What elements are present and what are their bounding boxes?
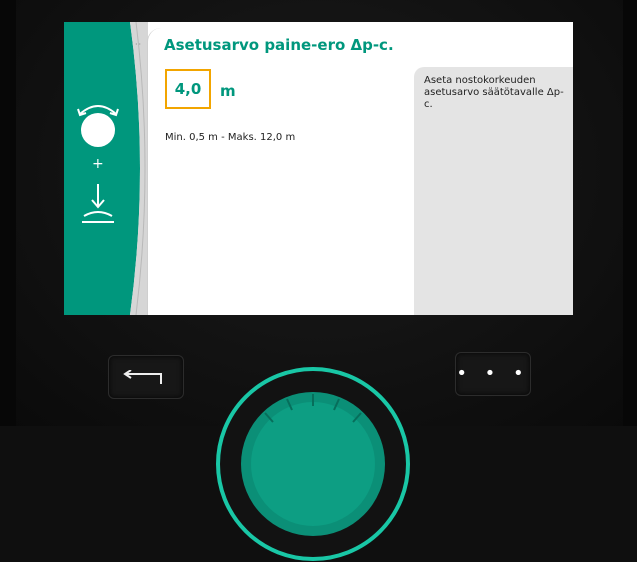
device-housing: + ·· Asetusarvo paine-ero Δp-c. 4,0 m Mi… <box>0 0 637 561</box>
setpoint-value: 4,0 <box>174 80 202 98</box>
setpoint-value-field[interactable]: 4,0 <box>165 69 211 109</box>
ellipsis-icon: • • • <box>456 363 530 384</box>
display-screen: + ·· Asetusarvo paine-ero Δp-c. 4,0 m Mi… <box>64 22 573 315</box>
overflow-dots: ·· <box>135 40 143 49</box>
control-knob[interactable] <box>215 366 411 562</box>
context-menu-button[interactable]: • • • <box>455 352 531 396</box>
page-title: Asetusarvo paine-ero Δp-c. <box>164 36 394 54</box>
back-icon <box>123 370 162 384</box>
bezel-right <box>623 0 637 426</box>
unit-label: m <box>220 82 236 100</box>
help-panel: Aseta nostokorkeuden asetusarvo säätötav… <box>414 67 573 315</box>
back-button[interactable] <box>108 355 184 399</box>
help-text: Aseta nostokorkeuden asetusarvo säätötav… <box>424 75 564 110</box>
range-text: Min. 0,5 m - Maks. 12,0 m <box>165 132 296 143</box>
plus-label: + <box>92 156 104 172</box>
bezel-left <box>0 0 16 426</box>
rotate-knob-icon <box>77 105 119 147</box>
press-knob-icon <box>82 184 114 223</box>
